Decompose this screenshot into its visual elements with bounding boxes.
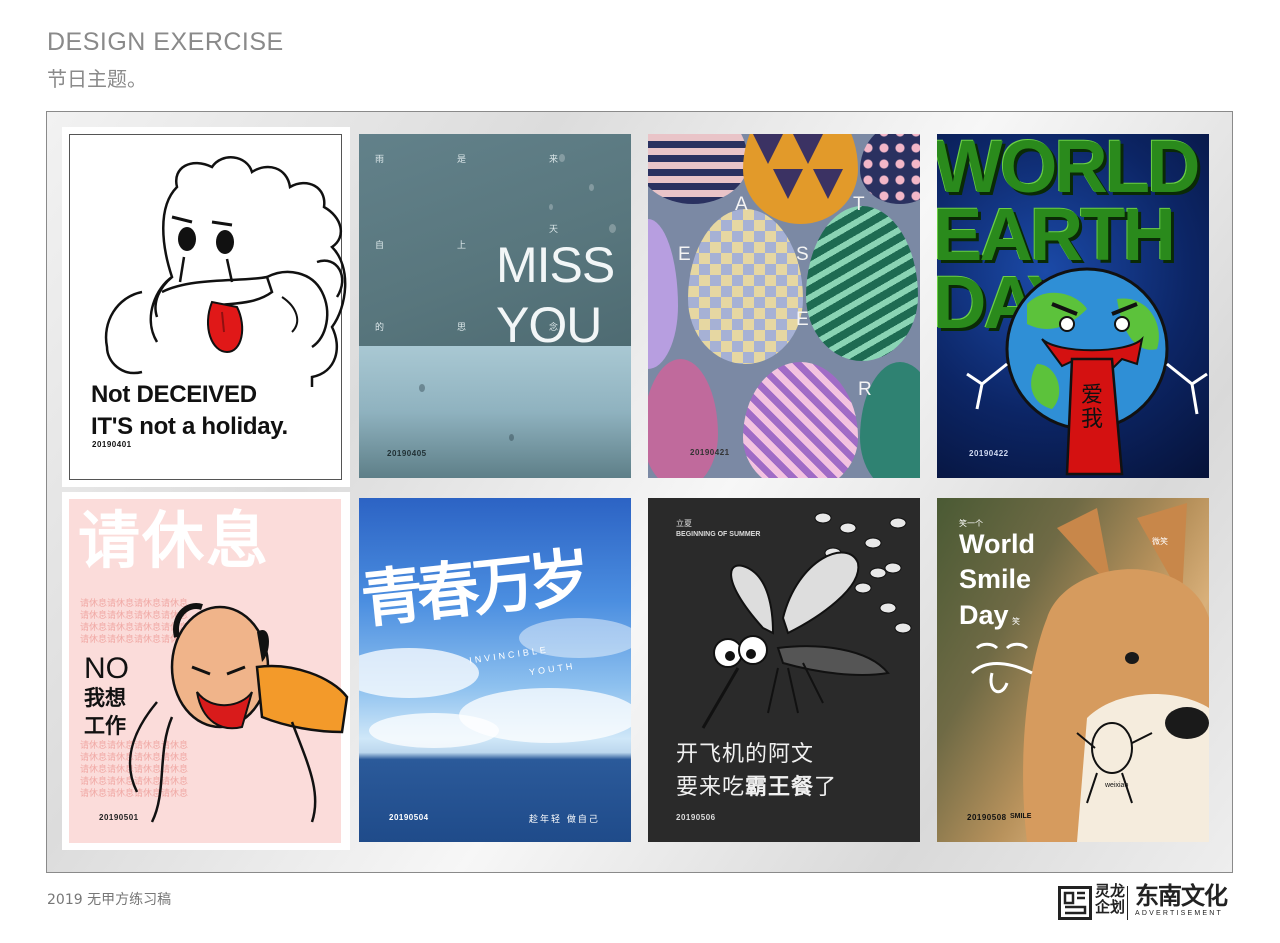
poster-title-line-2: Smile — [959, 564, 1032, 594]
easter-letter: E — [678, 244, 691, 265]
poster-title: 青春万岁 — [359, 540, 589, 637]
poster-title-line-3: Day — [959, 600, 1009, 630]
star-egg — [648, 219, 678, 369]
easter-letter: E — [796, 309, 809, 330]
poster-line-2: IT'S not a holiday. — [91, 413, 288, 440]
cloud — [369, 713, 499, 748]
cloud — [359, 648, 479, 698]
poster-line-2: 要来吃霸王餐了 — [676, 775, 838, 800]
poster-title-line-2: YOU — [496, 297, 602, 353]
crawling-man-illustration — [128, 603, 349, 823]
easter-letter: R — [858, 379, 872, 400]
brand-name-2: 东南文化 — [1135, 882, 1228, 910]
footer-text: 2019 无甲方练习稿 — [47, 892, 172, 908]
small-cn-text-1: 微笑 — [1152, 537, 1168, 546]
raindrop — [589, 184, 594, 191]
zigzag-egg — [806, 206, 918, 361]
poster-date: 20190501 — [99, 813, 139, 822]
poster-date: 20190506 — [676, 813, 716, 822]
diagonal-stripe-egg — [743, 362, 858, 478]
vertical-cn-char: 天 — [549, 225, 559, 235]
poster-date: 20190422 — [969, 449, 1009, 458]
poster-easter[interactable]: A E S T E R 20190421 — [648, 134, 920, 478]
triangle-egg — [743, 134, 858, 224]
vertical-cn-char: 的 — [375, 323, 385, 333]
poster-date: 20190405 — [387, 449, 427, 458]
poster-earth-day[interactable]: WORLD EARTH DAY 爱我 20190422 — [937, 134, 1209, 478]
polka-dot-egg — [860, 134, 920, 204]
raindrop — [549, 204, 553, 210]
poster-line-1: Not DECEIVED — [91, 381, 257, 408]
poster-april-fools[interactable]: Not DECEIVED IT'S not a holiday. 2019040… — [62, 127, 350, 487]
triangle-pattern — [753, 134, 843, 199]
brand-logo-icon — [1058, 886, 1092, 920]
small-top-text: 笑一个 — [959, 519, 983, 528]
poster-date: 20190504 — [389, 813, 429, 822]
raindrop — [419, 384, 425, 392]
cross-egg — [648, 359, 718, 478]
vertical-cn-char: 上 — [457, 241, 467, 251]
easter-letter: A — [735, 194, 748, 215]
poster-world-smile-day[interactable]: 笑一个 微笑 World Smile Day 笑 weixiao 2019050… — [937, 498, 1209, 842]
poster-date: 20190421 — [690, 448, 730, 457]
raindrop — [559, 154, 565, 162]
weixiao-label: weixiao — [1105, 782, 1129, 789]
logo-mark-icon — [1063, 891, 1087, 915]
logo-divider — [1127, 886, 1128, 920]
poster-subtitle-2: YOUTH — [528, 660, 576, 678]
raindrop — [509, 434, 514, 441]
poster-title-line-1: World — [959, 529, 1035, 559]
poster-date: 20190401 — [92, 440, 132, 449]
poster-subtitle-1: INVINCIBLE — [468, 644, 550, 666]
page-header: DESIGN EXERCISE 节日主题。 — [47, 28, 284, 92]
love-me-text: 爱我 — [1080, 383, 1103, 433]
rainy-window-background — [359, 346, 631, 478]
striped-egg — [648, 134, 748, 204]
vertical-cn-char: 来 — [549, 155, 559, 165]
easter-letter: S — [796, 244, 809, 265]
vertical-cn-char: 思 — [457, 323, 467, 333]
vertical-cn-char: 是 — [457, 155, 467, 165]
brand-tagline: ADVERTISEMENT — [1135, 910, 1223, 917]
vertical-cn-char: 雨 — [375, 155, 385, 165]
poster-labor-day[interactable]: 请休息 请休息请休息请休息请休息 请休息请休息请休息请休息 请休息请休息请休息请… — [62, 492, 350, 850]
page-title: DESIGN EXERCISE — [47, 28, 284, 56]
raindrop — [609, 224, 616, 233]
poster-miss-you[interactable]: 雨 是 来 自 上 天 的 思 念 MISS YOU 20190405 — [359, 134, 631, 478]
smile-label: SMILE — [1010, 813, 1032, 820]
vertical-cn-char: 自 — [375, 241, 385, 251]
poster-date: 20190508 — [967, 813, 1007, 822]
easter-letter: T — [853, 194, 865, 215]
poster-slogan: 趁年轻 做自己 — [529, 815, 600, 825]
poster-beginning-of-summer[interactable]: 立夏 BEGINNING OF SUMMER 开飞机的阿文 要来吃霸王餐了 20… — [648, 498, 920, 842]
page-subtitle: 节日主题。 — [47, 67, 147, 91]
angry-earth-illustration — [966, 267, 1208, 476]
small-cn-text-2: 笑 — [1012, 617, 1020, 626]
poster-line-1: 开飞机的阿文 — [676, 742, 815, 767]
poster-youth-day[interactable]: 青春万岁 INVINCIBLE YOUTH 20190504 趁年轻 做自己 — [359, 498, 631, 842]
brand-name-1: 灵龙企划 — [1095, 882, 1126, 916]
poster-title-line-1: MISS — [496, 237, 615, 293]
checkered-egg — [688, 209, 803, 364]
